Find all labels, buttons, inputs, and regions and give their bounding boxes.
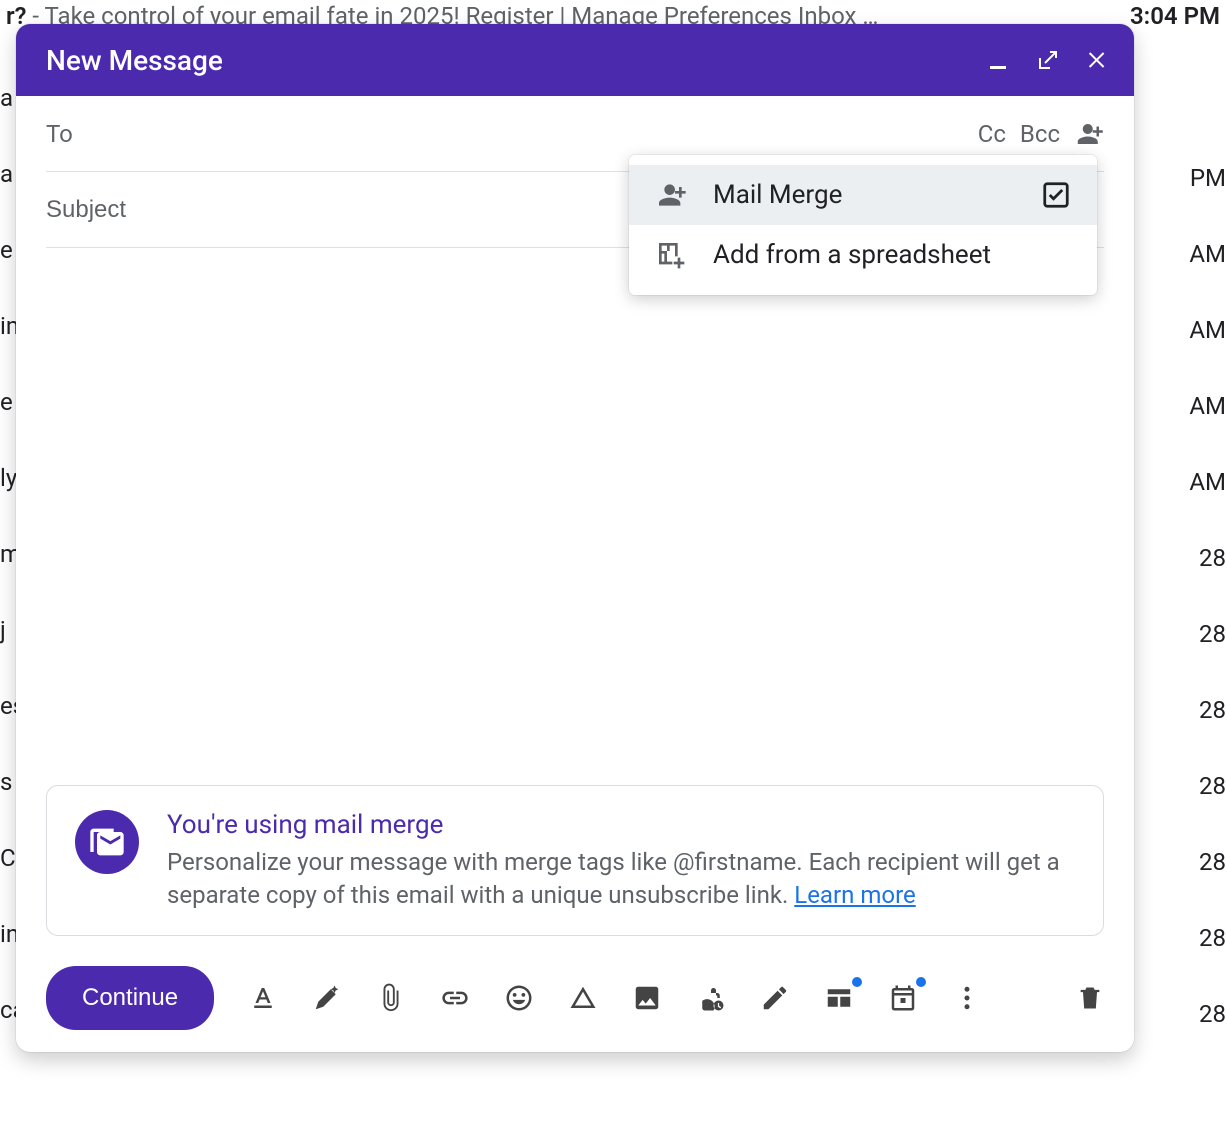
notification-dot: [852, 977, 862, 987]
drive-icon: [568, 983, 598, 1013]
text-format-icon: [248, 983, 278, 1013]
template-button[interactable]: [824, 983, 854, 1013]
notification-dot: [916, 977, 926, 987]
template-icon: [824, 983, 854, 1013]
more-vert-icon: [952, 983, 982, 1013]
menu-item-label: Mail Merge: [713, 180, 1015, 210]
attach-button[interactable]: [376, 983, 406, 1013]
popout-icon[interactable]: [1036, 48, 1060, 72]
compose-toolbar: Continue: [16, 952, 1134, 1052]
learn-more-link[interactable]: Learn more: [794, 881, 915, 909]
trash-icon: [1076, 984, 1104, 1012]
mail-merge-icon: [655, 179, 687, 211]
info-card-title: You're using mail merge: [167, 810, 1075, 840]
signature-button[interactable]: [760, 983, 790, 1013]
close-icon[interactable]: [1086, 48, 1110, 72]
confidential-button[interactable]: [696, 983, 726, 1013]
formatting-button[interactable]: [248, 983, 278, 1013]
contacts-picker-icon[interactable]: [1074, 119, 1104, 149]
compose-window: New Message To Cc Bcc You're using m: [16, 24, 1134, 1052]
mail-merge-info-card: You're using mail merge Personalize your…: [46, 785, 1104, 936]
link-button[interactable]: [440, 983, 470, 1013]
info-card-body: Personalize your message with merge tags…: [167, 846, 1075, 911]
bcc-button[interactable]: Bcc: [1020, 120, 1060, 148]
continue-button[interactable]: Continue: [46, 966, 214, 1030]
mail-merge-badge-icon: [75, 810, 139, 874]
image-button[interactable]: [632, 983, 662, 1013]
image-icon: [632, 983, 662, 1013]
drive-button[interactable]: [568, 983, 598, 1013]
paperclip-icon: [376, 983, 406, 1013]
spreadsheet-add-icon: [655, 239, 687, 271]
link-icon: [440, 983, 470, 1013]
sparkle-pen-icon: [312, 983, 342, 1013]
checkbox-checked-icon: [1041, 180, 1071, 210]
menu-item-label: Add from a spreadsheet: [713, 240, 1071, 270]
more-button[interactable]: [952, 983, 982, 1013]
schedule-button[interactable]: [888, 983, 918, 1013]
cc-button[interactable]: Cc: [978, 120, 1006, 148]
compose-body[interactable]: [16, 248, 1134, 785]
emoji-button[interactable]: [504, 983, 534, 1013]
to-label: To: [46, 120, 73, 148]
compose-title: New Message: [46, 44, 223, 77]
calendar-icon: [888, 983, 918, 1013]
recipients-menu: Mail Merge Add from a spreadsheet: [629, 155, 1097, 295]
discard-button[interactable]: [1076, 984, 1104, 1012]
inbox-row-time: 3:04 PM: [1130, 2, 1220, 30]
compose-titlebar: New Message: [16, 24, 1134, 96]
inbox-right-fragments: PMAMAMAMAM28282828282828: [1189, 140, 1226, 1052]
minimize-icon[interactable]: [986, 48, 1010, 72]
emoji-icon: [504, 983, 534, 1013]
menu-item-mail-merge[interactable]: Mail Merge: [629, 165, 1097, 225]
pen-icon: [760, 983, 790, 1013]
to-input[interactable]: [81, 120, 978, 148]
smart-compose-button[interactable]: [312, 983, 342, 1013]
lock-clock-icon: [696, 983, 726, 1013]
menu-item-add-spreadsheet[interactable]: Add from a spreadsheet: [629, 225, 1097, 285]
